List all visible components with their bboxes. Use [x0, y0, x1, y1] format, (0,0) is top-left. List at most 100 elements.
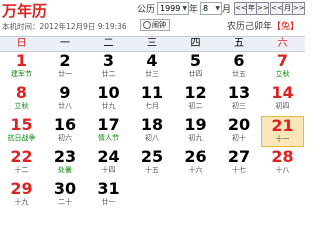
day-number: 5 — [189, 51, 202, 70]
lunar-day-label: 廿四 — [188, 70, 203, 78]
next-month-button[interactable]: >> — [292, 2, 305, 15]
day-number: 30 — [53, 179, 77, 198]
lunar-day-label: 十七 — [232, 166, 246, 174]
day-number: 23 — [53, 147, 77, 166]
calendar-day[interactable]: 5 廿四 — [174, 52, 217, 83]
calendar-day[interactable]: 11 七月 — [131, 84, 174, 115]
lunar-day-label: 二十 — [58, 198, 72, 206]
clock-icon — [143, 21, 151, 29]
weekday-label: 一 — [60, 38, 70, 49]
festival-label: 立秋 — [275, 70, 290, 78]
day-number: 10 — [97, 83, 120, 102]
lunar-day-label: 廿五 — [232, 70, 246, 78]
lunar-day-label: 十九 — [14, 198, 29, 206]
calendar-day[interactable]: 28 十八 — [261, 148, 304, 179]
day-number: 8 — [15, 83, 28, 102]
festival-label: 抗日战争 — [7, 134, 36, 142]
day-number: 29 — [10, 179, 33, 198]
year-select[interactable]: 1999 ▼ — [157, 2, 189, 15]
year-unit-label: 年 — [189, 5, 199, 15]
day-number: 20 — [227, 115, 251, 134]
calendar-day[interactable]: 2 廿一 — [44, 52, 87, 83]
day-number: 31 — [97, 179, 120, 198]
calendar-day[interactable]: 16 初六 — [44, 116, 87, 147]
calendar-day[interactable]: 29 十九 — [0, 180, 43, 211]
month-unit-label: 月 — [222, 5, 232, 15]
day-number: 14 — [271, 83, 294, 102]
calendar-day[interactable]: 9 廿八 — [44, 84, 87, 115]
day-number: 24 — [97, 147, 120, 166]
weekday-label: 三 — [147, 38, 157, 49]
day-number: 2 — [59, 51, 71, 70]
day-number: 28 — [271, 147, 294, 166]
calendar-day[interactable]: 19 初九 — [174, 116, 217, 147]
festival-label: 情人节 — [98, 134, 119, 142]
lunar-day-label: 初三 — [232, 102, 246, 110]
lunar-day-label: 廿八 — [58, 102, 72, 110]
weekday-label: 日 — [16, 38, 27, 49]
lunar-day-label: 初四 — [275, 102, 290, 110]
calendar-day[interactable]: 24 十四 — [87, 148, 130, 179]
calendar-day[interactable]: 1 建军节 — [0, 52, 43, 83]
calendar-day[interactable]: 13 初三 — [218, 84, 261, 115]
day-number: 26 — [184, 147, 207, 166]
calendar-day[interactable]: 3 廿二 — [87, 52, 130, 83]
calendar-day[interactable]: 31 廿一 — [87, 180, 130, 211]
calendar-day[interactable]: 27 十七 — [218, 148, 261, 179]
month-select[interactable]: 8 ▼ — [200, 2, 222, 15]
lunar-year: 农历己卯年【兔】 — [227, 19, 299, 32]
weekday-label: 六 — [277, 38, 288, 49]
calendar-day[interactable]: 6 廿五 — [218, 52, 261, 83]
lunar-day-label: 廿九 — [101, 102, 116, 110]
app-title: 万年历 — [2, 2, 48, 20]
zodiac-label: 【兔】 — [271, 22, 299, 32]
lunar-year-text: 农历己卯年 — [226, 22, 272, 32]
day-number: 1 — [15, 51, 28, 70]
lunar-day-label: 初九 — [188, 134, 203, 142]
weekday-label: 五 — [234, 38, 244, 49]
calendar-day[interactable]: 10 廿九 — [87, 84, 130, 115]
weekday-label: 二 — [103, 38, 114, 49]
day-number: 25 — [140, 147, 164, 166]
calendar-day[interactable]: 15 抗日战争 — [0, 116, 43, 147]
lunar-day-label: 初二 — [188, 102, 203, 110]
day-number: 4 — [146, 51, 158, 70]
alarm-button[interactable]: 闹钟 — [140, 19, 170, 31]
calendar-day-today[interactable]: 21 十一 — [261, 116, 304, 147]
calendar-day[interactable]: 23 处暑 — [44, 148, 87, 179]
calendar-day[interactable]: 8 立秋 — [0, 84, 43, 115]
lunar-day-label: 十八 — [275, 166, 290, 174]
calendar-day[interactable]: 22 十二 — [0, 148, 43, 179]
calendar-day[interactable]: 25 十五 — [131, 148, 174, 179]
lunar-day-label: 廿三 — [145, 70, 159, 78]
calendar-day[interactable]: 12 初二 — [174, 84, 217, 115]
day-number: 13 — [227, 83, 251, 102]
festival-label: 处暑 — [58, 166, 72, 174]
alarm-button-label: 闹钟 — [152, 21, 166, 29]
day-number: 22 — [10, 147, 33, 166]
lunar-day-label: 廿一 — [101, 198, 116, 206]
day-number: 21 — [271, 116, 294, 135]
calendar-day[interactable]: 18 初八 — [131, 116, 174, 147]
day-number: 3 — [102, 51, 115, 70]
calendar-day[interactable]: 30 二十 — [44, 180, 87, 211]
calendar-day[interactable]: 26 十六 — [174, 148, 217, 179]
year-select-value: 1999 — [160, 4, 181, 13]
day-number: 18 — [140, 115, 164, 134]
next-year-button[interactable]: >> — [256, 2, 269, 15]
month-select-value: 8 — [203, 4, 209, 13]
calendar-day[interactable]: 4 廿三 — [131, 52, 174, 83]
calendar-day[interactable]: 20 初十 — [218, 116, 261, 147]
calendar-day[interactable]: 7 立秋 — [261, 52, 304, 83]
lunar-day-label: 廿一 — [58, 70, 72, 78]
local-time: 本机时间：2012年12月9日 9:19:36 — [2, 22, 127, 31]
festival-label: 立秋 — [14, 102, 29, 110]
day-number: 11 — [140, 83, 164, 102]
chevron-down-icon: ▼ — [215, 5, 220, 12]
weekday-header: 日一二三四五六 — [0, 36, 305, 52]
lunar-day-label: 七月 — [145, 102, 159, 110]
day-number: 27 — [227, 147, 251, 166]
lunar-day-label: 初十 — [232, 134, 246, 142]
calendar-day[interactable]: 14 初四 — [261, 84, 304, 115]
calendar-day[interactable]: 17 情人节 — [87, 116, 130, 147]
